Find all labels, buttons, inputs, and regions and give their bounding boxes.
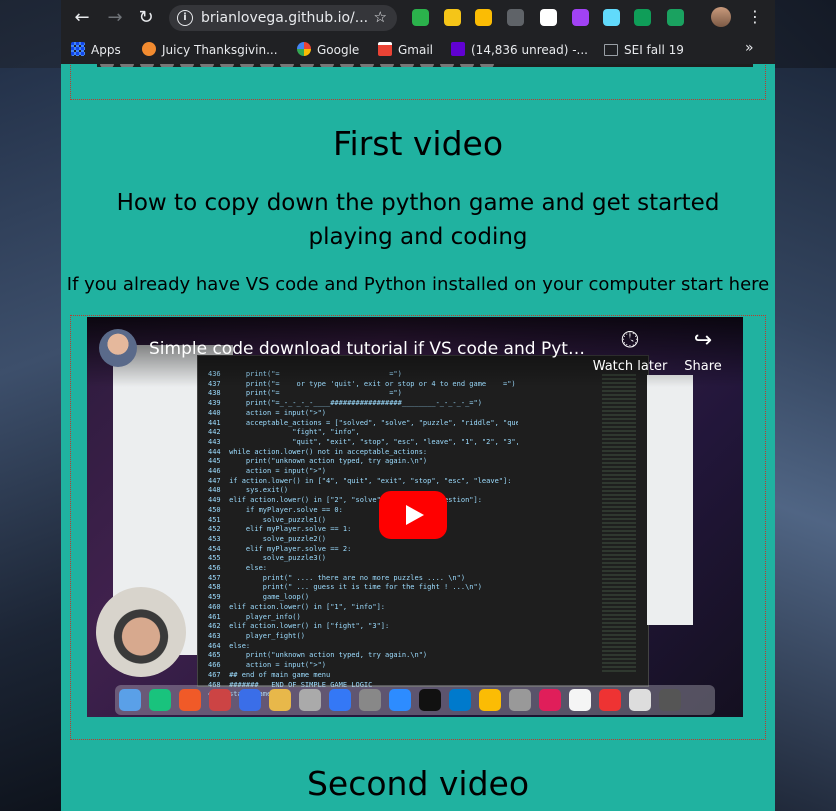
first-video-note: If you already have VS code and Python i… (66, 274, 770, 295)
youtube-embed[interactable]: 436 print("= =") 437 print("= or type 'q… (87, 317, 743, 717)
bookmarks-overflow-chevron-icon[interactable]: » (745, 40, 754, 56)
thumbnail-webcam-bubble (96, 587, 186, 677)
profile-avatar[interactable] (711, 7, 731, 27)
forward-arrow-icon[interactable]: → (104, 7, 126, 29)
more-menu-icon[interactable]: ⋮ (747, 6, 763, 28)
reload-icon[interactable]: ↻ (135, 7, 157, 29)
thumbnail-right-window (647, 375, 693, 625)
watch-later-button[interactable]: 🕓︎ Watch later (592, 328, 668, 375)
browser-toolbar: ← → ↻ i brianlovega.github.io/... ☆ ⋮ (61, 0, 775, 36)
apps-grid-icon (71, 42, 85, 56)
share-arrow-icon: ↪ (693, 328, 713, 353)
thumbnail-code-lines: 436 print("= =") 437 print("= or type 'q… (208, 370, 518, 698)
first-video-heading: First video (332, 124, 504, 163)
extension-checkmark-icon[interactable] (412, 9, 429, 26)
back-arrow-icon[interactable]: ← (71, 7, 93, 29)
gmail-icon (378, 42, 392, 56)
bookmark-apps[interactable]: Apps (71, 41, 121, 59)
first-video-subheading: How to copy down the python game and get… (116, 190, 720, 250)
extension-evernote-icon[interactable] (634, 9, 651, 26)
extension-github-icon[interactable] (507, 9, 524, 26)
bookmark-gmail[interactable]: Gmail (378, 41, 433, 59)
clock-icon: 🕓︎ (621, 328, 639, 353)
juicy-icon (142, 42, 156, 56)
thumbnail-minimap (602, 374, 636, 674)
url-text[interactable]: brianlovega.github.io/... (201, 10, 368, 26)
video-title[interactable]: Simple code download tutorial if VS code… (149, 339, 589, 359)
desktop-wallpaper-left (0, 68, 61, 811)
bookmark-google[interactable]: Google (297, 41, 359, 59)
extension-grammarly-icon[interactable] (667, 9, 684, 26)
extension-react-icon[interactable] (603, 9, 620, 26)
google-icon (297, 42, 311, 56)
folder-icon (604, 44, 618, 56)
bookmark-juicy-thanksgiving[interactable]: Juicy Thanksgivin... (142, 41, 278, 59)
extension-home-icon[interactable] (475, 9, 492, 26)
play-button-icon[interactable] (379, 491, 447, 539)
previous-video-frame (70, 64, 766, 100)
desktop-wallpaper-right (775, 68, 836, 811)
site-info-icon[interactable]: i (177, 10, 193, 26)
previous-video-thumbnail-strip[interactable] (97, 64, 753, 67)
web-page: First video How to copy down the python … (61, 64, 775, 811)
second-video-heading: Second video (306, 764, 530, 803)
bookmark-star-icon[interactable]: ☆ (374, 8, 387, 26)
bookmark-folder-sei[interactable]: SEI fall 19 (604, 41, 684, 59)
channel-avatar[interactable] (99, 329, 137, 367)
extension-graphql-icon[interactable] (572, 9, 589, 26)
bookmarks-bar: Apps Juicy Thanksgivin... Google Gmail (… (61, 36, 775, 64)
extension-search-icon[interactable] (444, 9, 461, 26)
address-bar[interactable]: i brianlovega.github.io/... ☆ (169, 5, 397, 31)
share-button[interactable]: ↪ Share (682, 328, 724, 375)
extension-ghost-icon[interactable] (540, 9, 557, 26)
thumbnail-dock (115, 685, 715, 715)
bookmark-yahoo-mail[interactable]: (14,836 unread) -... (451, 41, 588, 59)
yahoo-mail-icon (451, 42, 465, 56)
